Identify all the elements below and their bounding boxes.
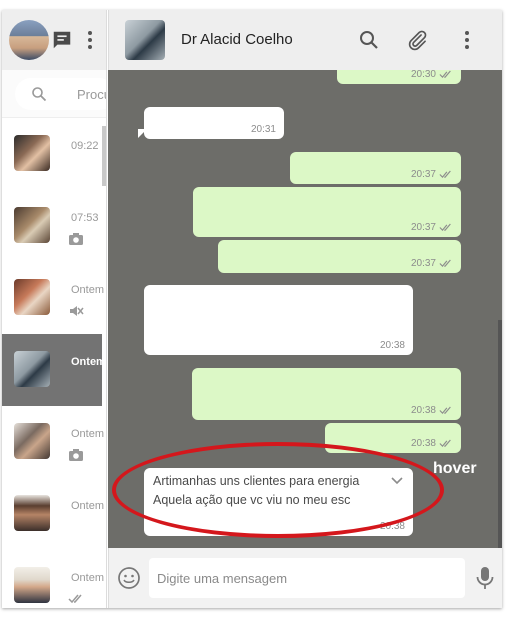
message-bubble-out[interactable]: 20:38 <box>325 423 461 453</box>
search-icon <box>32 87 47 102</box>
chat-list: 09:22 07:53 Ontem Ontem Ontem Ontem Onte… <box>2 118 106 608</box>
chat-avatar <box>14 207 50 243</box>
bubble-tail <box>138 129 147 138</box>
chat-list-item[interactable]: Ontem <box>2 478 105 550</box>
message-bubble-in[interactable]: 20:31 <box>138 107 284 139</box>
annotation-label: hover <box>433 460 477 477</box>
chevron-down-icon[interactable] <box>391 476 403 486</box>
left-panel: 09:22 07:53 Ontem Ontem Ontem <box>2 10 107 608</box>
search-icon[interactable] <box>357 28 381 52</box>
chat-list-item[interactable]: Ontem <box>2 550 105 608</box>
message-meta: 20:37 <box>411 169 453 180</box>
message-time: 20:38 <box>410 438 436 449</box>
message-bubble-out[interactable]: 20:30 <box>337 70 461 84</box>
message-time: 20:38 <box>379 340 405 351</box>
chat-time: Ontem <box>71 428 105 440</box>
search-bar <box>2 70 106 118</box>
search-box[interactable] <box>15 78 106 110</box>
message-meta: 20:38 <box>380 340 405 351</box>
my-avatar[interactable] <box>9 20 49 60</box>
paperclip-icon[interactable] <box>405 28 429 52</box>
message-time: 20:30 <box>410 70 436 80</box>
message-bubble-in[interactable]: 20:38 <box>144 285 413 355</box>
menu-dots-icon[interactable] <box>461 28 473 52</box>
message-time: 20:38 <box>410 405 436 416</box>
conversation-header: Dr Alacid Coelho <box>108 10 502 70</box>
menu-dots-icon[interactable] <box>84 28 96 52</box>
message-meta: 20:31 <box>251 124 276 135</box>
message-area[interactable]: 20:30 20:31 20:37 20:37 20:37 20:38 20:3… <box>108 70 502 548</box>
contact-avatar[interactable] <box>125 20 165 60</box>
message-text-line: Artimanhas uns clientes para energia <box>153 474 360 488</box>
chat-list-item-active[interactable]: Ontem <box>2 334 106 406</box>
double-check-icon <box>68 594 82 604</box>
chat-list-item[interactable]: 09:22 <box>2 118 102 190</box>
message-text-line: Aquela ação que vc viu no meu esc <box>153 493 351 507</box>
chat-list-item[interactable]: Ontem <box>2 406 105 478</box>
message-input[interactable] <box>149 558 465 598</box>
double-check-icon <box>439 70 451 78</box>
emoji-icon[interactable] <box>117 566 141 590</box>
message-time: 20:37 <box>410 258 436 269</box>
double-check-icon <box>439 259 451 267</box>
message-scrollbar[interactable] <box>498 320 502 548</box>
message-time: 20:31 <box>250 124 276 135</box>
search-input[interactable] <box>77 86 106 102</box>
contact-name[interactable]: Dr Alacid Coelho <box>181 31 293 48</box>
message-bubble-out[interactable]: 20:37 <box>290 152 461 184</box>
message-time: 20:38 <box>379 521 405 532</box>
double-check-icon <box>439 223 451 231</box>
message-meta: 20:38 <box>380 521 405 532</box>
chat-avatar <box>14 135 50 171</box>
composer <box>108 548 502 608</box>
message-bubble-out[interactable]: 20:37 <box>193 187 461 237</box>
chat-time: 07:53 <box>71 212 99 224</box>
conversation-panel: Dr Alacid Coelho 20:30 20:31 20:37 20:37… <box>108 10 502 608</box>
double-check-icon <box>439 439 451 447</box>
chat-list-item[interactable]: 07:53 <box>2 190 102 262</box>
message-bubble-in-hovered[interactable]: Artimanhas uns clientes para energia Aqu… <box>144 468 413 536</box>
chat-avatar <box>14 567 50 603</box>
whatsapp-window: 09:22 07:53 Ontem Ontem Ontem <box>2 10 502 608</box>
chat-time: Ontem <box>71 356 106 368</box>
message-meta: 20:37 <box>411 258 453 269</box>
microphone-icon[interactable] <box>475 566 495 590</box>
message-meta: 20:37 <box>411 222 453 233</box>
message-time: 20:37 <box>410 222 436 233</box>
chat-bubble-icon[interactable] <box>50 28 74 52</box>
message-bubble-out[interactable]: 20:37 <box>218 240 461 273</box>
muted-icon <box>70 306 84 316</box>
double-check-icon <box>439 406 451 414</box>
chat-time: Ontem <box>71 500 105 512</box>
message-meta: 20:38 <box>411 438 453 449</box>
chat-avatar <box>14 351 50 387</box>
chat-list-scrollbar[interactable] <box>102 126 106 186</box>
message-meta: 20:38 <box>411 405 453 416</box>
chat-avatar <box>14 423 50 459</box>
chat-avatar <box>14 279 50 315</box>
left-header <box>2 10 106 70</box>
camera-icon <box>69 233 83 245</box>
message-bubble-out[interactable]: 20:38 <box>192 368 461 420</box>
chat-time: Ontem <box>71 284 105 296</box>
chat-list-item[interactable]: Ontem <box>2 262 105 334</box>
chat-avatar <box>14 495 50 531</box>
message-meta: 20:30 <box>411 70 453 80</box>
chat-time: 09:22 <box>71 140 99 152</box>
chat-time: Ontem <box>71 572 105 584</box>
app-root: 09:22 07:53 Ontem Ontem Ontem <box>0 0 520 628</box>
message-time: 20:37 <box>410 169 436 180</box>
camera-icon <box>69 449 83 461</box>
double-check-icon <box>439 170 451 178</box>
